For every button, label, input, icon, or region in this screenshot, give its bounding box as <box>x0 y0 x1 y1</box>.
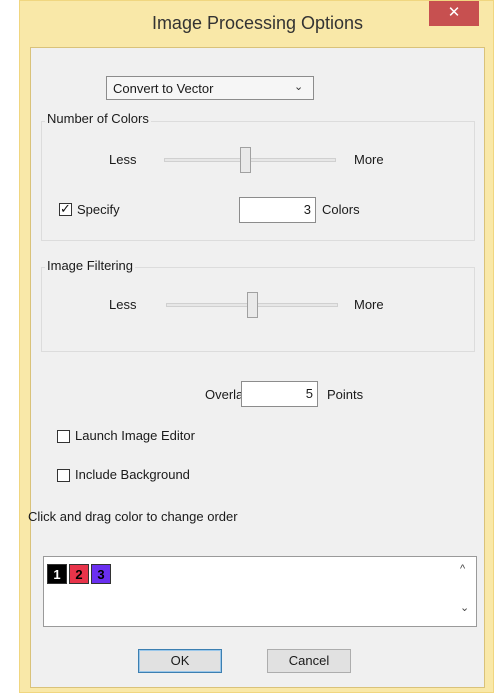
conversion-mode-value: Convert to Vector <box>113 81 214 96</box>
title-bar[interactable]: Image Processing Options ✕ <box>20 1 495 47</box>
image-filtering-slider-thumb[interactable] <box>247 292 258 318</box>
chevron-down-icon: ⌄ <box>294 81 304 93</box>
color-swatch-2[interactable]: 2 <box>69 564 89 584</box>
scroll-down-icon[interactable]: ⌄ <box>460 601 469 614</box>
checkmark-icon: ✓ <box>60 201 71 216</box>
scroll-up-icon[interactable]: ^ <box>460 563 465 575</box>
colors-less-label: Less <box>109 152 137 167</box>
close-button[interactable]: ✕ <box>429 1 479 26</box>
close-icon: ✕ <box>447 4 461 21</box>
dialog-title: Image Processing Options <box>151 13 364 33</box>
specify-label: Specify <box>77 202 120 217</box>
dialog-body: Convert to Vector ⌄ Number of Colors Les… <box>28 47 485 688</box>
launch-image-editor-label: Launch Image Editor <box>75 428 195 443</box>
launch-image-editor-checkbox[interactable]: ✓ <box>57 430 70 443</box>
colors-count-input[interactable]: 3 <box>239 197 316 223</box>
include-background-checkbox[interactable]: ✓ <box>57 469 70 482</box>
image-filtering-group <box>41 267 475 352</box>
ok-button[interactable]: OK <box>138 649 222 673</box>
color-swatch-3[interactable]: 3 <box>91 564 111 584</box>
specify-checkbox[interactable]: ✓ <box>59 201 72 216</box>
overlap-input[interactable]: 5 <box>241 381 318 407</box>
color-swatch-1[interactable]: 1 <box>47 564 67 584</box>
image-filtering-label: Image Filtering <box>45 258 135 273</box>
include-background-label: Include Background <box>75 467 190 482</box>
overlap-unit-label: Points <box>327 387 364 402</box>
filtering-more-label: More <box>354 297 384 312</box>
number-of-colors-label: Number of Colors <box>45 111 151 126</box>
dialog-window: Image Processing Options ✕ Convert to Ve… <box>19 0 494 693</box>
order-hint-text: Click and drag color to change order <box>28 509 238 524</box>
number-of-colors-group <box>41 121 475 241</box>
conversion-mode-dropdown[interactable]: Convert to Vector ⌄ <box>106 76 314 100</box>
colors-more-label: More <box>354 152 384 167</box>
filtering-less-label: Less <box>109 297 137 312</box>
color-order-list[interactable]: 1 2 3 ^ ⌄ <box>43 556 477 627</box>
number-of-colors-slider-thumb[interactable] <box>239 147 251 173</box>
cancel-button[interactable]: Cancel <box>267 649 351 673</box>
colors-unit-label: Colors <box>322 202 360 217</box>
